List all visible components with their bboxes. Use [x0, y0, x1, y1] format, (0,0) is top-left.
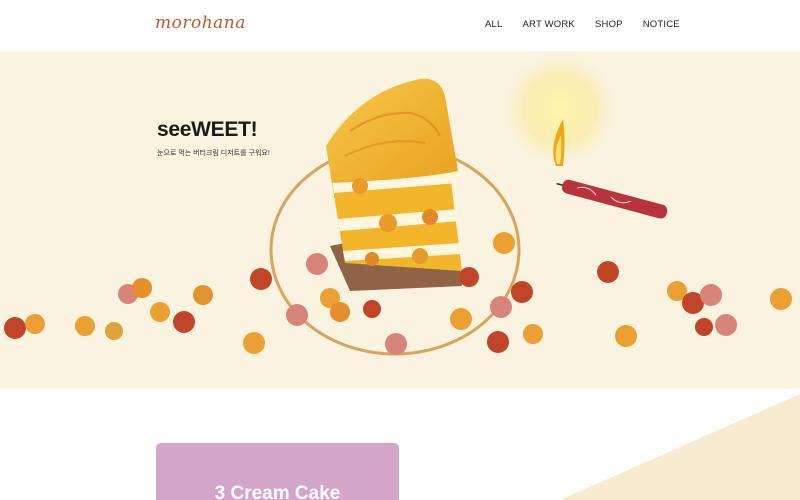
hero-title: seeWEET! — [157, 118, 258, 141]
brand-logo[interactable]: morohana — [155, 13, 246, 33]
nav-item-notice[interactable]: NOTICE — [643, 19, 680, 30]
candle — [556, 179, 668, 219]
hero-banner: seeWEET! 눈으로 먹는 버터크림 디저트를 구워요! — [0, 51, 800, 389]
content-section: 3 Cream Cake — [0, 389, 800, 500]
nav-item-art-work[interactable]: ART WORK — [523, 19, 575, 30]
hero-illustration — [4, 51, 792, 356]
logo-wordmark: morohana — [155, 13, 246, 33]
corner-decoration — [560, 394, 800, 500]
product-card[interactable]: 3 Cream Cake — [156, 443, 399, 500]
nav-item-all[interactable]: ALL — [485, 19, 503, 30]
nav-item-shop[interactable]: SHOP — [595, 19, 623, 30]
site-header: morohana ALL ART WORK SHOP NOTICE — [0, 0, 800, 50]
product-card-title: 3 Cream Cake — [214, 483, 341, 500]
main-nav: ALL ART WORK SHOP NOTICE — [485, 19, 700, 30]
cake-slice — [326, 78, 462, 291]
hero-subtitle: 눈으로 먹는 버터크림 디저트를 구워요! — [157, 150, 270, 157]
